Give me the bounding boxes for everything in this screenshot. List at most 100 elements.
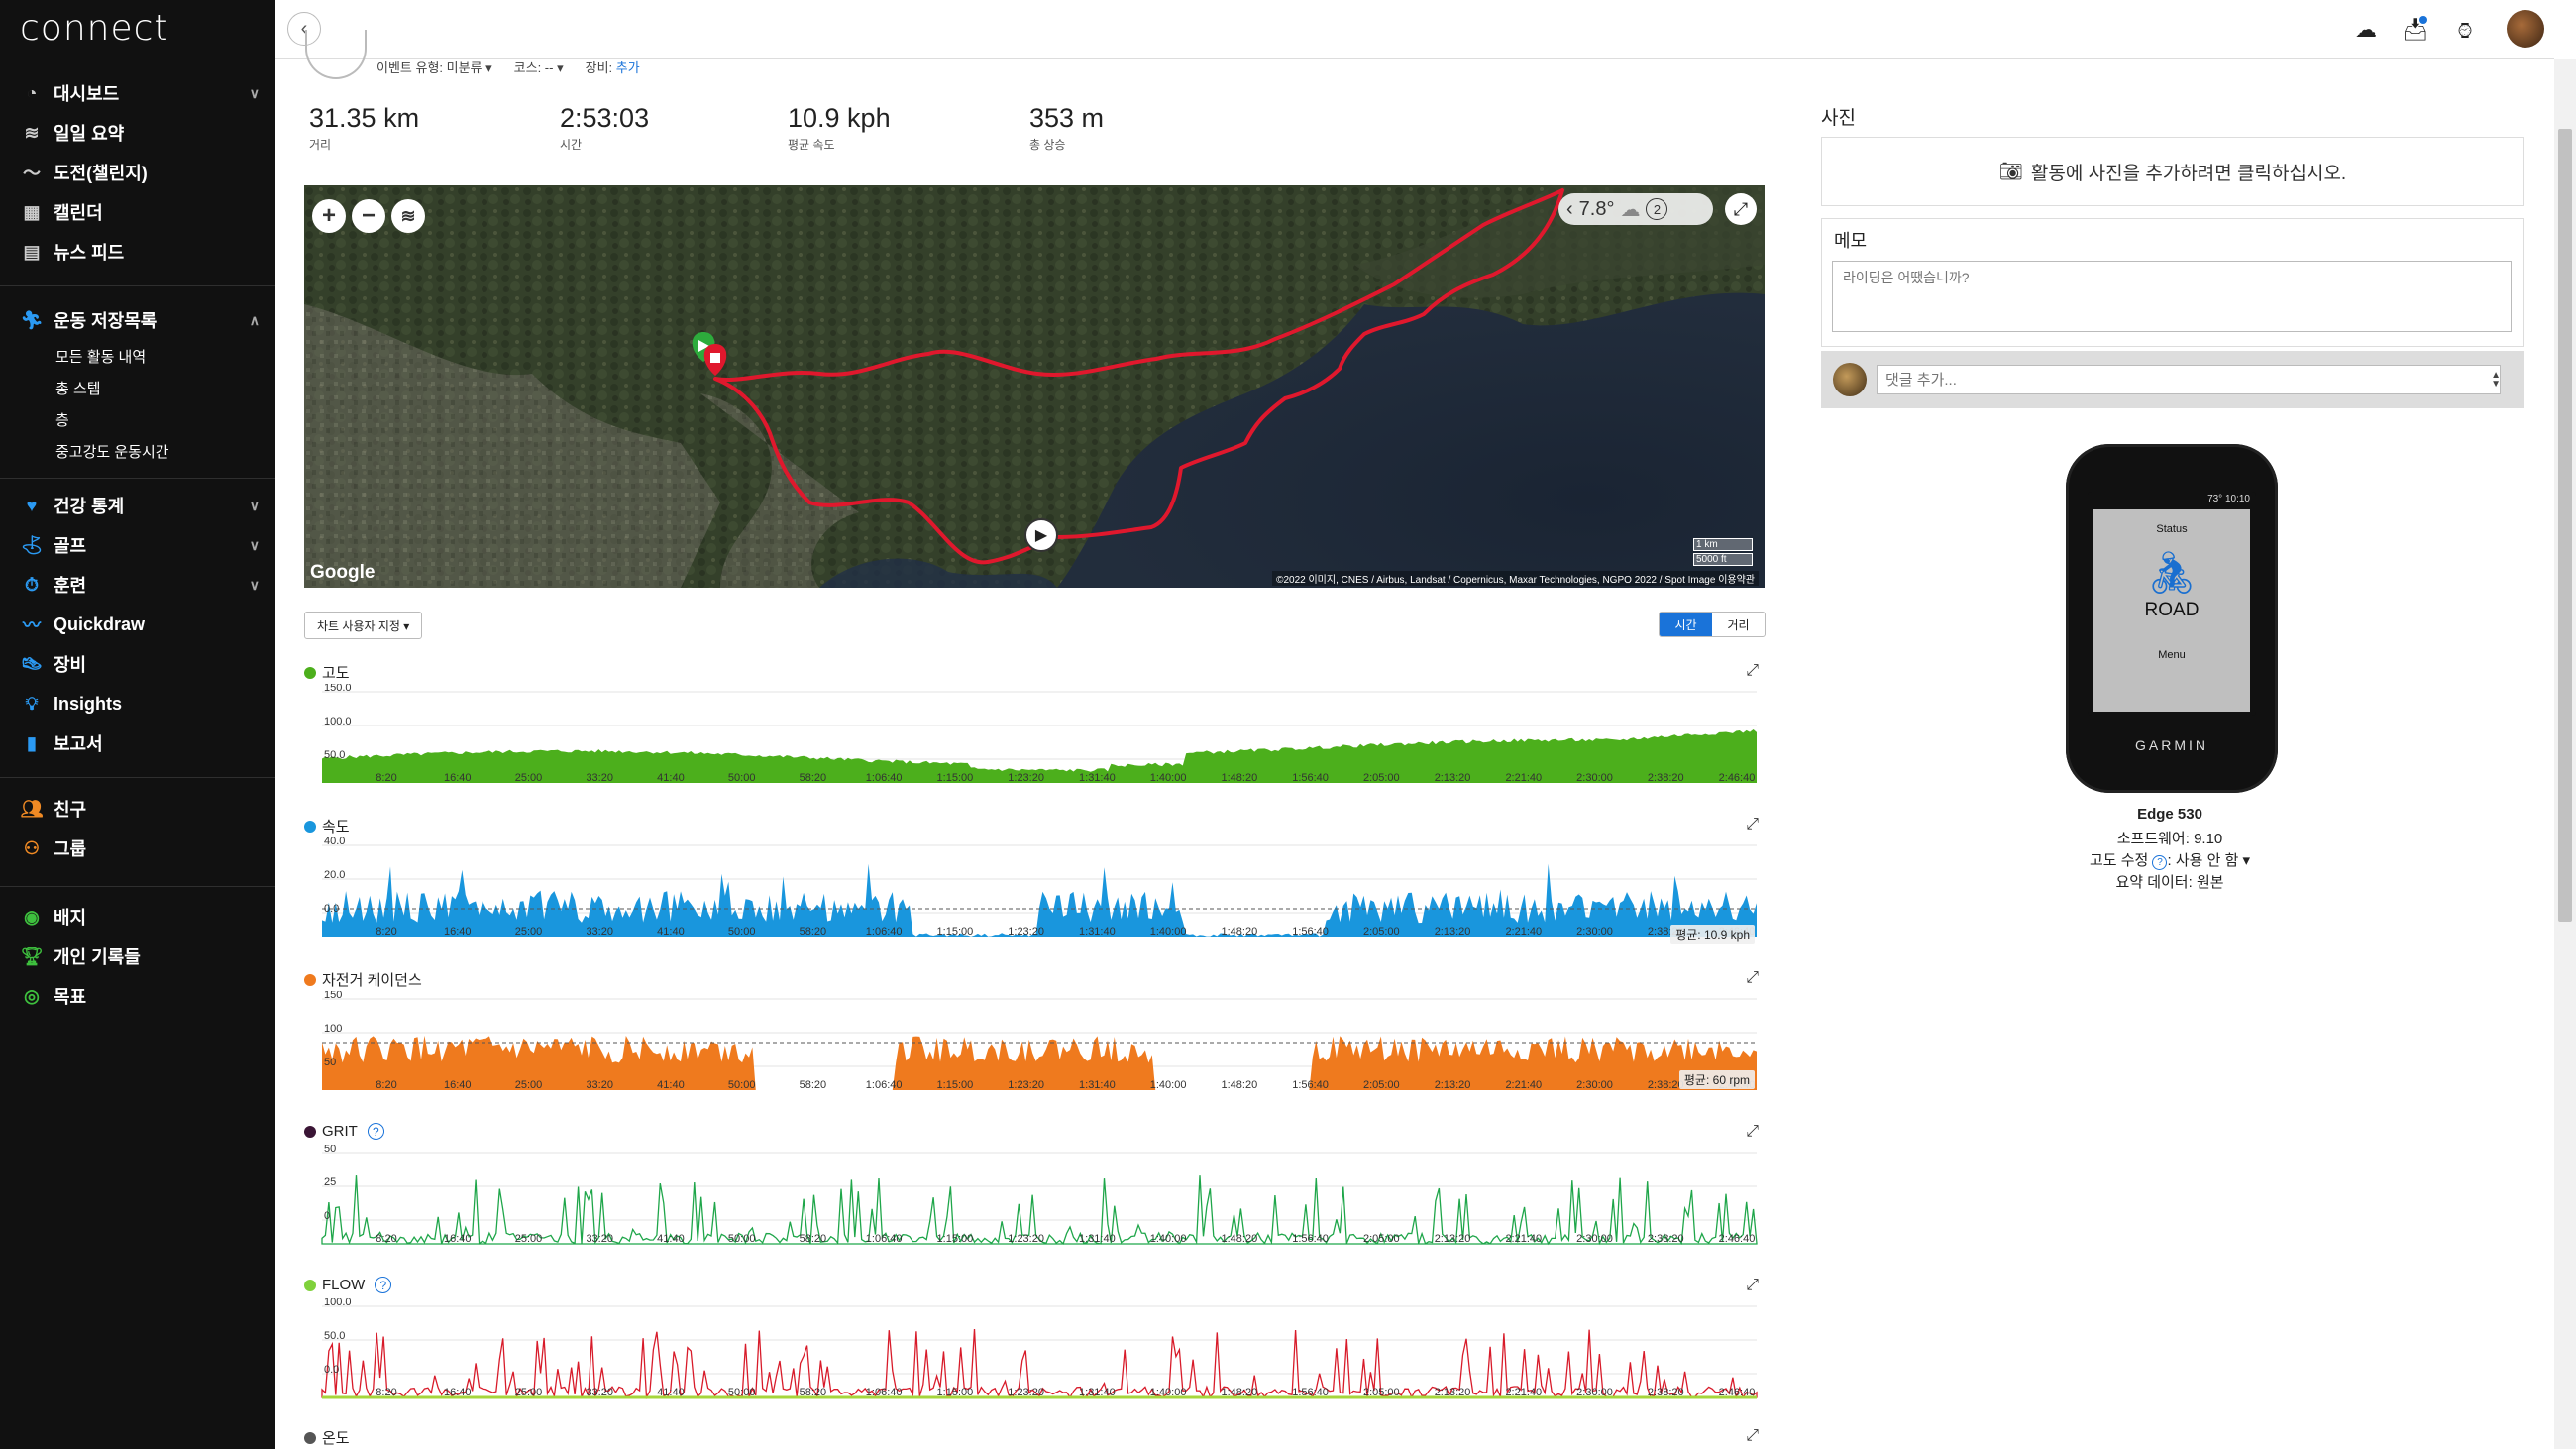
sidebar-item-label: 골프 [54, 536, 87, 556]
y-tick-label: 25 [324, 1176, 336, 1188]
stat-label: 거리 [309, 138, 332, 152]
sidebar-item-goals[interactable]: ◎ 목표 [0, 976, 275, 1016]
user-avatar[interactable] [2507, 10, 2544, 48]
expand-icon[interactable]: ⤢ [1746, 969, 1759, 987]
y-tick-label: 50.0 [324, 749, 345, 761]
sidebar-item-dashboard[interactable]: ◔ 대시보드 ∨ [0, 73, 275, 113]
sidebar-item-daily-summary[interactable]: ≋ 일일 요약 [0, 113, 275, 153]
help-icon[interactable]: ? [2152, 855, 2168, 870]
x-tick-label: 1:48:20 [1221, 772, 1257, 784]
fullscreen-button[interactable]: ⤢ [1725, 193, 1757, 225]
event-type-select[interactable]: 이벤트 유형: 미분류 ▾ [376, 57, 492, 76]
sidebar-item-activities[interactable]: 🏃︎ 운동 저장목록 ∧ [0, 300, 275, 340]
x-tick-label: 1:15:00 [937, 772, 974, 784]
page-scrollbar[interactable] [2554, 59, 2576, 1449]
x-tick-label: 2:21:40 [1505, 1387, 1542, 1398]
google-logo: Google [310, 562, 376, 583]
expand-icon[interactable]: ⤢ [1746, 1427, 1759, 1445]
expand-icon[interactable]: ⤢ [1746, 816, 1759, 834]
x-tick-label: 25:00 [515, 926, 543, 938]
divider [0, 478, 275, 479]
x-tick-label: 2:46:40 [1719, 772, 1756, 784]
sidebar-item-news-feed[interactable]: ▤ 뉴스 피드 [0, 232, 275, 272]
sidebar-subitem-intensity-minutes[interactable]: 중고강도 운동시간 [0, 435, 275, 467]
x-tick-label: 2:21:40 [1505, 1079, 1542, 1091]
inbox-icon[interactable]: 📥︎ [2400, 14, 2431, 46]
divider [0, 285, 275, 286]
sidebar-item-gear[interactable]: 👟︎ 장비 [0, 644, 275, 684]
bike-icon: 🚴︎ [2145, 549, 2199, 596]
chevron-left-icon: ‹ [1566, 197, 1573, 220]
chevron-down-icon: ∨ [249, 85, 260, 101]
sidebar-subitem-all-activities[interactable]: 모든 활동 내역 [0, 340, 275, 372]
sidebar-item-health-stats[interactable]: ♥ 건강 통계 ∨ [0, 486, 275, 525]
play-route-button[interactable]: ▶ [1024, 518, 1058, 552]
expand-icon[interactable]: ⤢ [1746, 1123, 1759, 1141]
sidebar-item-challenges[interactable]: 〜 도전(챌린지) [0, 153, 275, 192]
x-tick-label: 58:20 [800, 1233, 827, 1245]
y-tick-label: 100.0 [324, 1298, 352, 1308]
sidebar-subitem-floors[interactable]: 층 [0, 403, 275, 435]
weather-widget[interactable]: ‹ 7.8° ☁︎ 2 [1558, 193, 1713, 225]
upload-icon[interactable]: ☁︎ [2350, 14, 2382, 46]
scrollbar-thumb[interactable] [2558, 129, 2572, 922]
x-tick-label: 1:40:00 [1150, 1079, 1187, 1091]
x-tick-label: 8:20 [376, 926, 396, 938]
sidebar-item-insights[interactable]: 💡︎ Insights [0, 684, 275, 724]
toggle-time[interactable]: 시간 [1660, 613, 1712, 636]
x-tick-label: 2:05:00 [1363, 772, 1400, 784]
map-attribution[interactable]: ©2022 이미지, CNES / Airbus, Landsat / Cope… [1272, 571, 1759, 586]
sidebar-item-calendar[interactable]: ▦ 캘린더 [0, 192, 275, 232]
chart-title: 자전거 케이던스 [304, 969, 422, 990]
sidebar-item-groups[interactable]: ⚇ 그룹 [0, 829, 275, 868]
y-tick-label: 50.0 [324, 1330, 345, 1342]
expand-icon[interactable]: ⤢ [1746, 1277, 1759, 1294]
stat-value: 31.35 km [309, 103, 420, 133]
legend-dot [304, 1279, 316, 1291]
x-tick-label: 1:06:40 [866, 1387, 903, 1398]
customize-charts-button[interactable]: 차트 사용자 지정 ▾ [304, 612, 423, 639]
sidebar-item-reports[interactable]: ▮ 보고서 [0, 724, 275, 763]
route-map[interactable]: + − ≋ ‹ 7.8° ☁︎ 2 ⤢ ▶ Google 1 km 5000 ft… [304, 185, 1765, 588]
sidebar-item-quickdraw[interactable]: 〰 Quickdraw [0, 605, 275, 644]
sidebar-subitem-steps[interactable]: 총 스텝 [0, 372, 275, 403]
x-tick-label: 41:40 [657, 926, 685, 938]
x-tick-label: 33:20 [586, 1233, 613, 1245]
comment-input[interactable] [1877, 365, 2501, 394]
gear-add-link[interactable]: 추가 [616, 60, 640, 75]
course-select[interactable]: 코스: -- ▾ [514, 57, 564, 76]
x-tick-label: 2:13:20 [1435, 1233, 1471, 1245]
connect-logo[interactable]: connect [20, 8, 169, 49]
zoom-in-button[interactable]: + [312, 199, 346, 233]
zoom-out-button[interactable]: − [352, 199, 385, 233]
x-tick-label: 1:06:40 [866, 926, 903, 938]
elevation-correction-select[interactable]: 사용 안 함 ▾ [2176, 852, 2250, 869]
trophy-icon: 🏆︎ [20, 946, 44, 966]
layers-button[interactable]: ≋ [391, 199, 425, 233]
help-icon[interactable]: ? [375, 1277, 392, 1293]
chevron-up-icon: ∧ [249, 312, 260, 328]
x-tick-label: 50:00 [728, 772, 756, 784]
memo-input[interactable] [1832, 261, 2512, 332]
chevron-down-icon: ∨ [249, 537, 260, 553]
challenge-icon: 〜 [23, 164, 41, 183]
expand-icon[interactable]: ⤢ [1746, 662, 1759, 680]
x-tick-label: 1:23:20 [1008, 926, 1044, 938]
x-tick-label: 25:00 [515, 772, 543, 784]
watch-icon[interactable]: ⌚︎ [2449, 14, 2481, 46]
comment-stepper[interactable]: ▲ ▼ [2491, 371, 2501, 390]
help-icon[interactable]: ? [367, 1123, 384, 1140]
x-tick-label: 25:00 [515, 1233, 543, 1245]
dashboard-icon: ◔ [26, 82, 38, 103]
sidebar-item-friends[interactable]: 👥︎ 친구 [0, 789, 275, 829]
sidebar-item-badges[interactable]: ◉ 배지 [0, 897, 275, 937]
sidebar-item-training[interactable]: ⏱︎ 훈련 ∨ [0, 565, 275, 605]
runner-icon: 🏃︎ [20, 309, 44, 330]
add-photo-box[interactable]: 📷︎ 활동에 사진을 추가하려면 클릭하십시오. [1821, 137, 2524, 206]
sidebar-item-golf[interactable]: ⛳︎ 골프 ∨ [0, 525, 275, 565]
x-tick-label: 25:00 [515, 1387, 543, 1398]
layers-icon: ≋ [24, 122, 40, 143]
chart-title-label: GRIT [322, 1123, 358, 1140]
toggle-distance[interactable]: 거리 [1712, 613, 1765, 636]
sidebar-item-personal-records[interactable]: 🏆︎ 개인 기록들 [0, 937, 275, 976]
